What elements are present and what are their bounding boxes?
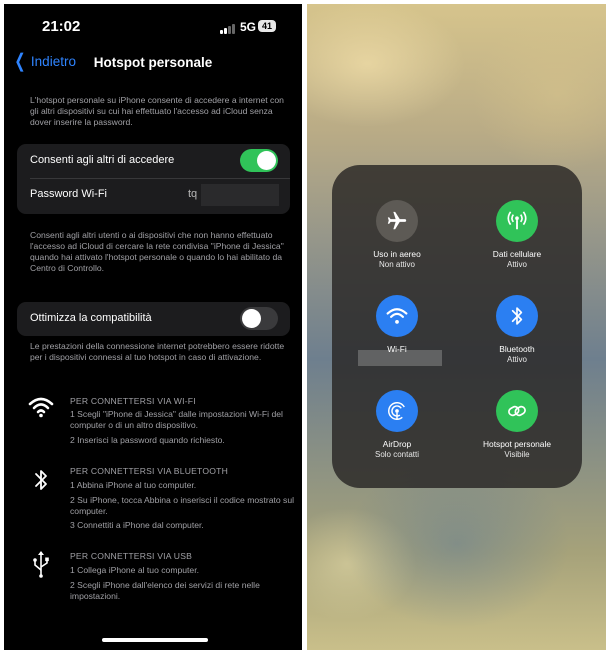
- compatibility-row: Ottimizza la compatibilità: [17, 302, 290, 336]
- allow-others-label: Consenti agli altri di accedere: [30, 154, 175, 166]
- wifi-step-2: 2 Inserisci la password quando richiesto…: [70, 435, 225, 445]
- toggle-knob: [257, 151, 276, 170]
- compatibility-group: Ottimizza la compatibilità: [17, 302, 290, 336]
- hotspot-status: Visibile: [504, 450, 530, 459]
- control-center-screen: Uso in aereo Non attivo Dati cellulare A…: [307, 4, 606, 650]
- airplane-label: Uso in aereo: [373, 249, 421, 259]
- airdrop-label: AirDrop: [382, 439, 412, 449]
- airplane-toggle[interactable]: [376, 200, 418, 242]
- airdrop-control: AirDrop Solo contatti: [347, 390, 447, 459]
- page-title: Hotspot personale: [93, 55, 213, 70]
- bluetooth-icon: [26, 465, 56, 495]
- bluetooth-control: Bluetooth Attivo: [467, 295, 567, 364]
- wifi-toggle[interactable]: [376, 295, 418, 337]
- signal-icon: [220, 23, 238, 34]
- airdrop-toggle[interactable]: [376, 390, 418, 432]
- hotspot-toggle[interactable]: [496, 390, 538, 432]
- status-time: 21:02: [42, 18, 81, 35]
- toggle-knob: [242, 309, 261, 328]
- airplane-icon: [387, 211, 407, 230]
- compatibility-label: Ottimizza la compatibilità: [30, 312, 152, 324]
- usb-step-1: 1 Collega iPhone al tuo computer.: [70, 565, 199, 575]
- allow-note-text: Consenti agli altri utenti o ai disposit…: [30, 230, 284, 273]
- intro-text: L'hotspot personale su iPhone consente d…: [30, 95, 284, 127]
- battery-icon: 41: [258, 20, 277, 32]
- bluetooth-icon: [511, 307, 523, 325]
- cellular-icon: [507, 211, 527, 230]
- wifi-network-redaction: [358, 350, 442, 366]
- cellular-toggle[interactable]: [496, 200, 538, 242]
- wifi-icon: [26, 392, 56, 422]
- wifi-password-row[interactable]: Password Wi-Fi tq: [17, 178, 290, 212]
- network-type: 5G: [240, 20, 257, 34]
- hotspot-settings-screen: 21:02 5G 41 ❮ Indietro Hotspot personale…: [4, 4, 302, 650]
- hotspot-icon: [508, 405, 526, 417]
- usb-step-2: 2 Scegli iPhone dall'elenco dei servizi …: [70, 580, 260, 601]
- cellular-status: Attivo: [506, 260, 527, 269]
- hotspot-control: Hotspot personale Visibile: [467, 390, 567, 459]
- wifi-password-label: Password Wi-Fi: [30, 188, 108, 200]
- wifi-icon: [386, 308, 408, 324]
- password-redaction: [201, 184, 279, 206]
- bluetooth-toggle[interactable]: [496, 295, 538, 337]
- wifi-step-1: 1 Scegli "iPhone di Jessica" dalle impos…: [70, 409, 283, 430]
- airdrop-icon: [388, 402, 406, 420]
- bluetooth-step-2: 2 Su iPhone, tocca Abbina o inserisci il…: [70, 495, 295, 516]
- usb-icon: [26, 549, 56, 579]
- allow-others-row: Consenti agli altri di accedere: [17, 144, 290, 178]
- bluetooth-status: Attivo: [506, 355, 527, 364]
- bluetooth-step-3: 3 Connettiti a iPhone dal computer.: [70, 520, 204, 530]
- bluetooth-label: Bluetooth: [499, 344, 535, 354]
- status-bar: 21:02 5G 41: [4, 4, 302, 44]
- bluetooth-step-1: 1 Abbina iPhone al tuo computer.: [70, 480, 197, 490]
- airdrop-status: Solo contatti: [374, 450, 420, 459]
- airplane-mode-control: Uso in aereo Non attivo: [347, 200, 447, 269]
- hotspot-label: Hotspot personale: [483, 439, 551, 449]
- hotspot-settings-group: Consenti agli altri di accedere Password…: [17, 144, 290, 214]
- home-indicator: [102, 638, 208, 642]
- wifi-heading: PER CONNETTERSI VIA WI-FI: [70, 396, 196, 406]
- cellular-label: Dati cellulare: [492, 249, 542, 259]
- airplane-status: Non attivo: [378, 260, 416, 269]
- usb-heading: PER CONNETTERSI VIA USB: [70, 551, 193, 561]
- wifi-control: Wi-Fi: [347, 295, 447, 355]
- allow-others-toggle[interactable]: [240, 149, 278, 172]
- bluetooth-heading: PER CONNETTERSI VIA BLUETOOTH: [70, 466, 228, 476]
- wifi-password-value: tq: [188, 188, 198, 200]
- cellular-data-control: Dati cellulare Attivo: [467, 200, 567, 269]
- compatibility-note-text: Le prestazioni della connessione interne…: [30, 341, 285, 362]
- connectivity-panel: Uso in aereo Non attivo Dati cellulare A…: [332, 165, 582, 488]
- compatibility-toggle[interactable]: [240, 307, 278, 330]
